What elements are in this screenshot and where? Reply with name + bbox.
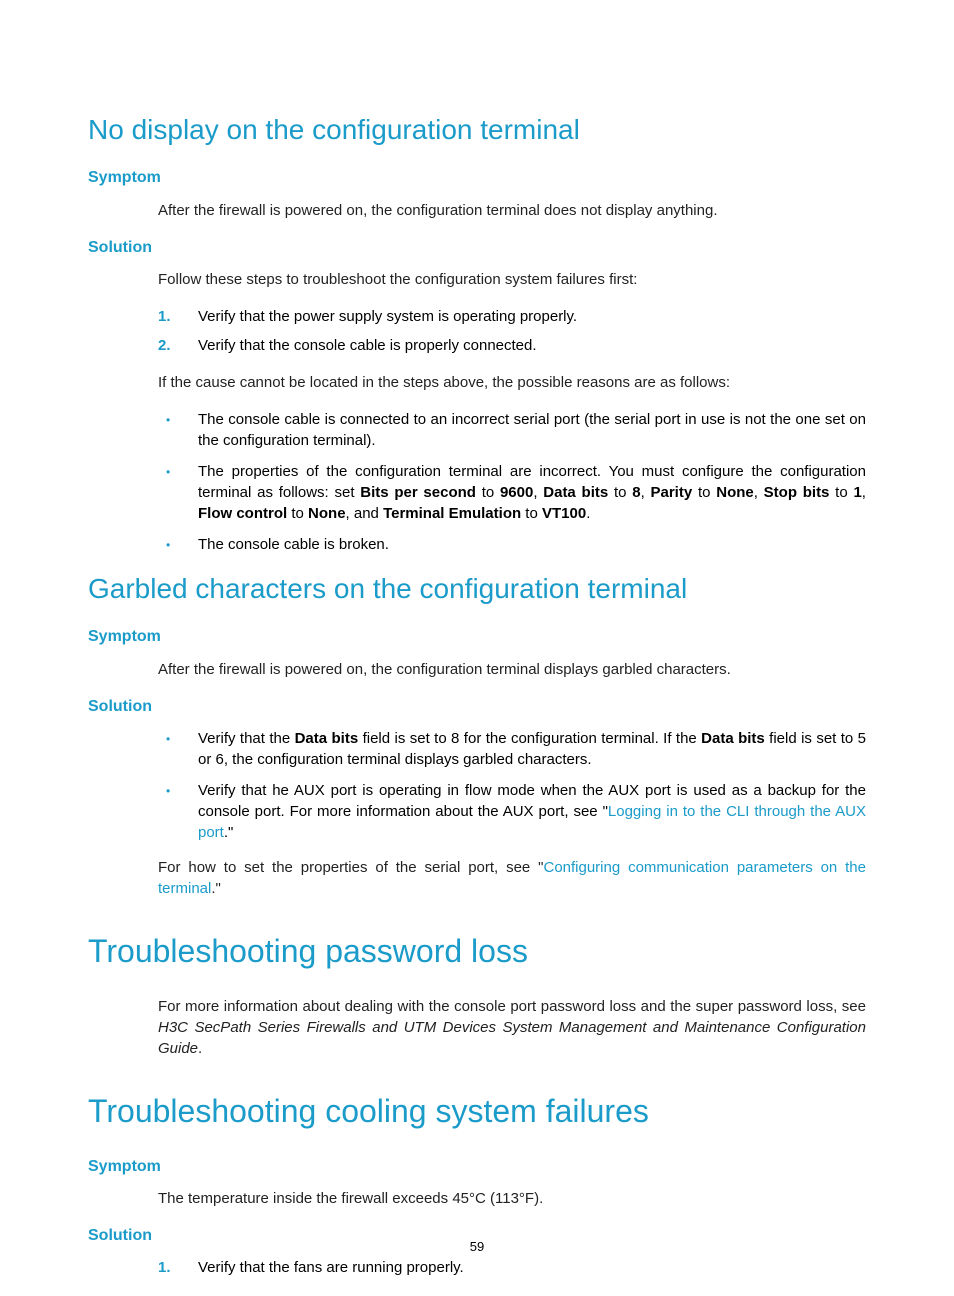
heading-garbled: Garbled characters on the configuration … <box>88 569 866 608</box>
reason-item: The console cable is connected to an inc… <box>158 409 866 451</box>
heading-no-display: No display on the configuration terminal <box>88 110 866 149</box>
step-1: 1. Verify that the fans are running prope… <box>158 1257 866 1278</box>
password-loss-text: For more information about dealing with … <box>158 996 866 1059</box>
solution-mid: If the cause cannot be located in the st… <box>158 372 866 393</box>
symptom-text: The temperature inside the firewall exce… <box>158 1188 866 1209</box>
solution-ref: For how to set the properties of the ser… <box>158 857 866 899</box>
symptom-text: After the firewall is powered on, the co… <box>158 659 866 680</box>
step-number: 2. <box>158 335 171 356</box>
heading-password-loss: Troubleshooting password loss <box>88 929 866 974</box>
solution-label: Solution <box>88 237 866 259</box>
solution-item: Verify that the Data bits field is set t… <box>158 728 866 770</box>
solution-item: Verify that he AUX port is operating in … <box>158 780 866 843</box>
symptom-label: Symptom <box>88 626 866 648</box>
step-1: 1. Verify that the power supply system is… <box>158 306 866 327</box>
solution-label: Solution <box>88 696 866 718</box>
reason-list: The console cable is connected to an inc… <box>158 409 866 555</box>
reason-item: The properties of the configuration term… <box>158 461 866 524</box>
page-number: 59 <box>0 1238 954 1256</box>
step-text: Verify that the power supply system is o… <box>198 308 577 325</box>
step-text: Verify that the fans are running properl… <box>198 1259 464 1276</box>
step-number: 1. <box>158 1257 171 1278</box>
reason-item: The console cable is broken. <box>158 534 866 555</box>
symptom-label: Symptom <box>88 167 866 189</box>
solution-steps: 1. Verify that the fans are running prope… <box>158 1257 866 1278</box>
heading-cooling: Troubleshooting cooling system failures <box>88 1089 866 1134</box>
step-number: 1. <box>158 306 171 327</box>
solution-intro: Follow these steps to troubleshoot the c… <box>158 269 866 290</box>
step-2: 2. Verify that the console cable is prope… <box>158 335 866 356</box>
symptom-label: Symptom <box>88 1156 866 1178</box>
symptom-text: After the firewall is powered on, the co… <box>158 200 866 221</box>
solution-list: Verify that the Data bits field is set t… <box>158 728 866 843</box>
step-text: Verify that the console cable is properl… <box>198 337 537 354</box>
solution-steps: 1. Verify that the power supply system is… <box>158 306 866 356</box>
